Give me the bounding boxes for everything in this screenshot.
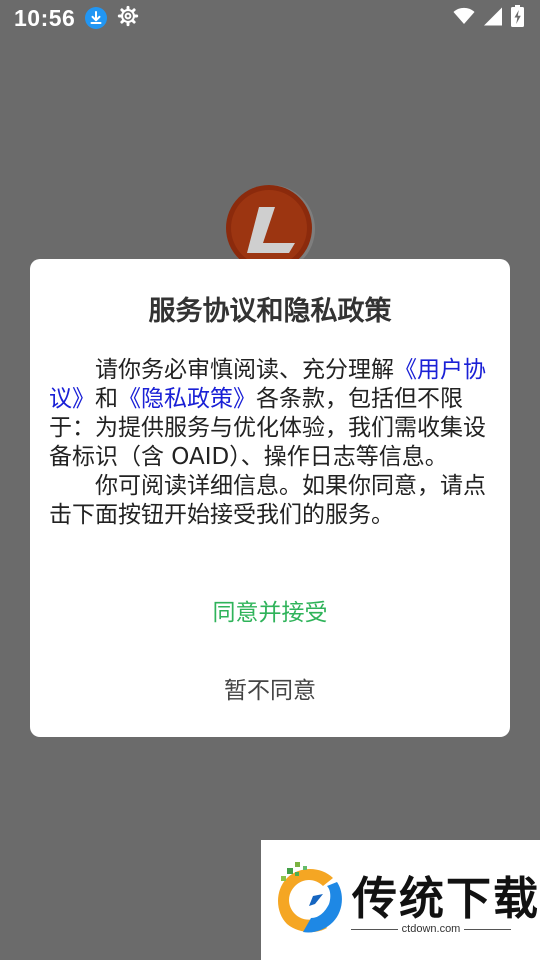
paragraph-1-intro: 请你务必审慎阅读、充分理解 bbox=[95, 357, 394, 383]
dialog-title: 服务协议和隐私政策 bbox=[148, 296, 392, 327]
dialog-paragraph-1: 请你务必审慎阅读、充分理解《用户协议》和《隐私政策》各条款，包括但不限于：为提供… bbox=[49, 356, 491, 472]
paragraph-1-and: 和 bbox=[95, 386, 118, 412]
wifi-icon bbox=[453, 7, 475, 29]
status-right bbox=[453, 5, 524, 31]
privacy-dialog: 服务协议和隐私政策 请你务必审慎阅读、充分理解《用户协议》和《隐私政策》各条款，… bbox=[30, 259, 510, 737]
privacy-policy-link[interactable]: 《隐私政策》 bbox=[118, 386, 256, 412]
battery-charging-icon bbox=[511, 5, 524, 31]
settings-icon bbox=[117, 5, 139, 31]
dialog-paragraph-2: 你可阅读详细信息。如果你同意，请点击下面按钮开始接受我们的服务。 bbox=[49, 473, 486, 528]
watermark-logo-icon bbox=[269, 860, 349, 940]
watermark-url-row: ctdown.com bbox=[351, 923, 512, 935]
status-left: 10:56 bbox=[14, 5, 139, 32]
agree-button[interactable]: 同意并接受 bbox=[30, 593, 510, 627]
signal-icon bbox=[483, 7, 503, 30]
download-icon bbox=[85, 7, 108, 29]
divider bbox=[464, 928, 512, 930]
dialog-body: 请你务必审慎阅读、充分理解《用户协议》和《隐私政策》各条款，包括但不限于：为提供… bbox=[49, 356, 491, 530]
status-time: 10:56 bbox=[14, 4, 76, 31]
watermark-url: ctdown.com bbox=[401, 923, 461, 935]
watermark-title: 传统下载 bbox=[352, 872, 540, 925]
watermark: 传统下载 ctdown.com bbox=[261, 840, 540, 960]
divider bbox=[351, 928, 398, 930]
decline-button[interactable]: 暂不同意 bbox=[30, 671, 510, 705]
status-bar: 10:56 bbox=[0, 0, 540, 36]
